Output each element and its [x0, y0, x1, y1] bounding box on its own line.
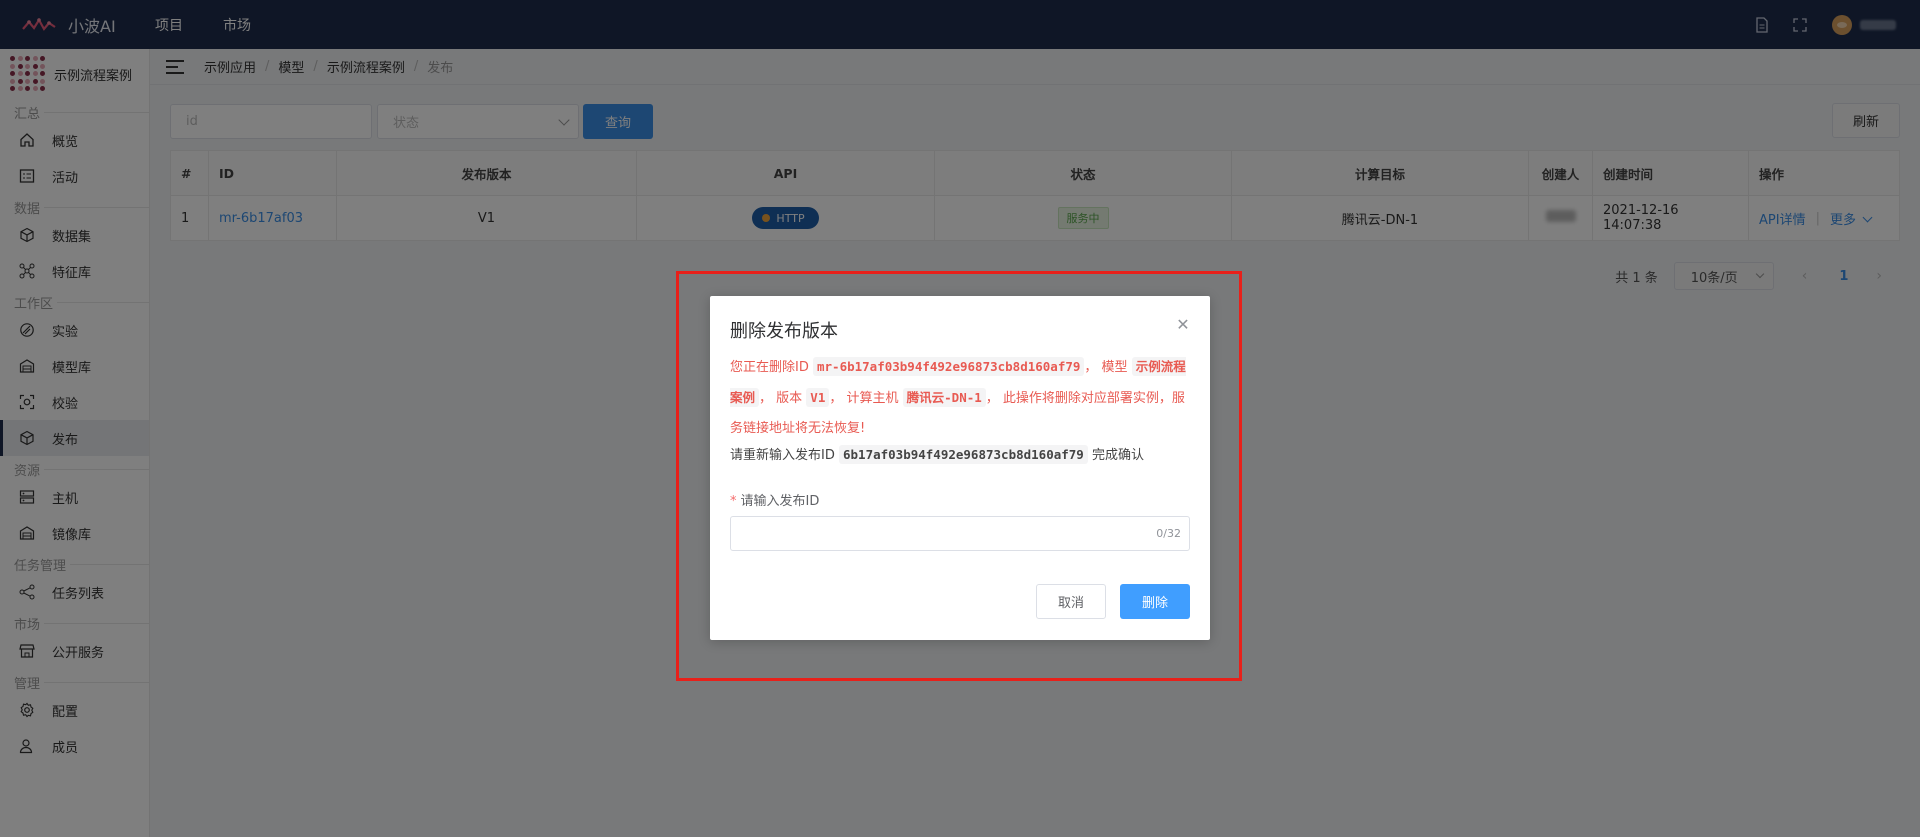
delete-warning: 您正在删除ID mr-6b17af03b94f492e96873cb8d160a… [730, 352, 1190, 444]
warning-text: ， 版本 [759, 391, 803, 406]
delete-release-dialog: 删除发布版本 ✕ 您正在删除ID mr-6b17af03b94f492e9687… [710, 296, 1210, 640]
delete-button[interactable]: 删除 [1120, 584, 1190, 619]
char-counter: 0/32 [1156, 527, 1181, 540]
dialog-title: 删除发布版本 [730, 321, 838, 342]
warning-version: V1 [806, 388, 830, 407]
field-label-text: 请输入发布ID [740, 494, 820, 509]
release-id-confirm-input[interactable]: 0/32 [730, 516, 1190, 551]
confirm-text: 请重新输入发布ID [730, 448, 835, 463]
warning-release-id: mr-6b17af03b94f492e96873cb8d160af79 [813, 357, 1085, 376]
warning-text: 您正在删除ID [730, 360, 809, 375]
warning-text: ， 计算主机 [829, 391, 899, 406]
confirm-instruction: 请重新输入发布ID 6b17af03b94f492e96873cb8d160af… [730, 444, 1144, 464]
cancel-button[interactable]: 取消 [1036, 584, 1106, 619]
release-id-field-label: * 请输入发布ID [730, 490, 819, 509]
required-mark: * [730, 494, 737, 509]
warning-host: 腾讯云-DN-1 [902, 388, 986, 407]
close-icon[interactable]: ✕ [1176, 317, 1190, 333]
confirm-release-id: 6b17af03b94f492e96873cb8d160af79 [839, 445, 1088, 464]
confirm-text: 完成确认 [1091, 448, 1144, 463]
warning-text: ， 模型 [1084, 360, 1128, 375]
